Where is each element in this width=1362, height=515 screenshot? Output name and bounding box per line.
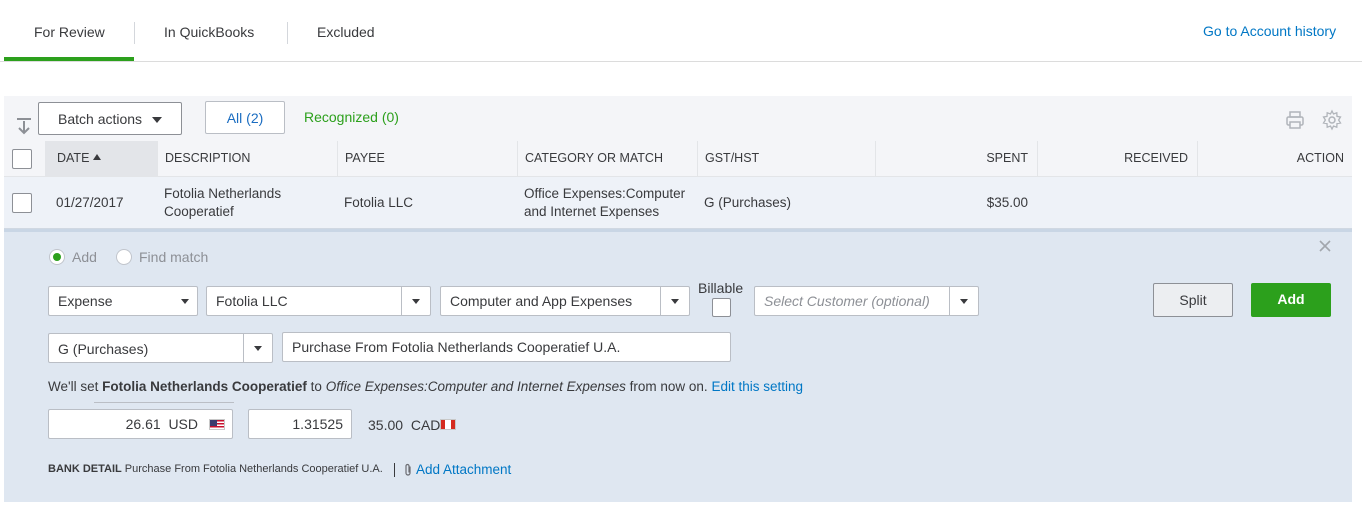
select-all-checkbox[interactable] <box>12 149 32 169</box>
tax-code-select[interactable]: G (Purchases) <box>48 333 273 363</box>
close-icon[interactable] <box>1317 238 1333 254</box>
category-dropdown-toggle[interactable] <box>660 287 689 315</box>
header-category[interactable]: CATEGORY OR MATCH <box>525 141 663 176</box>
cad-code: CAD <box>410 417 441 433</box>
sort-ascending-icon <box>93 154 101 160</box>
row-date: 01/27/2017 <box>56 195 124 210</box>
edit-rule-link[interactable]: Edit this setting <box>711 379 803 394</box>
tab-divider <box>134 22 135 44</box>
filter-recognized-button[interactable]: Recognized (0) <box>304 109 399 125</box>
chevron-down-icon <box>254 346 262 351</box>
transaction-detail-panel <box>4 229 1352 502</box>
find-match-radio[interactable] <box>116 249 132 265</box>
account-history-link[interactable]: Go to Account history <box>1203 23 1336 39</box>
rule-to: to <box>310 379 322 394</box>
rule-category: Office Expenses:Computer and Internet Ex… <box>325 379 626 394</box>
rule-message: We'll set Fotolia Netherlands Cooperatie… <box>48 379 803 394</box>
header-action: ACTION <box>1296 151 1344 165</box>
rule-suffix: from now on. <box>629 379 708 394</box>
us-flag-icon <box>209 419 225 430</box>
billable-checkbox[interactable] <box>712 298 731 317</box>
table-header: DATE DESCRIPTION PAYEE CATEGORY OR MATCH… <box>4 141 1352 177</box>
header-gst[interactable]: GST/HST <box>705 141 759 176</box>
split-button-label: Split <box>1179 292 1207 308</box>
row-gst: G (Purchases) <box>704 195 792 210</box>
batch-actions-button[interactable]: Batch actions <box>38 102 182 135</box>
header-date[interactable]: DATE <box>57 141 89 176</box>
billable-label: Billable <box>698 280 744 296</box>
header-received[interactable]: RECEIVED <box>1044 141 1188 176</box>
table-row[interactable]: 01/27/2017 Fotolia Netherlands Cooperati… <box>4 177 1352 229</box>
active-tab-indicator <box>4 57 134 61</box>
tax-code-value: G (Purchases) <box>58 341 149 357</box>
payee-dropdown-toggle[interactable] <box>401 287 430 315</box>
find-match-radio-label: Find match <box>139 249 209 265</box>
payee-select[interactable]: Fotolia LLC <box>206 286 431 316</box>
row-payee: Fotolia LLC <box>344 195 414 210</box>
payee-value: Fotolia LLC <box>216 293 288 309</box>
filter-all-button[interactable]: All (2) <box>205 101 285 134</box>
bank-detail-value: Purchase From Fotolia Netherlands Cooper… <box>124 463 383 475</box>
rule-prefix: We'll set <box>48 379 99 394</box>
rule-payee: Fotolia Netherlands Cooperatief <box>102 379 307 394</box>
batch-actions-label: Batch actions <box>58 111 143 127</box>
divider <box>394 463 395 477</box>
header-spent[interactable]: SPENT <box>884 141 1028 176</box>
foreign-amount-text: 26.61 USD <box>126 410 198 438</box>
tab-excluded[interactable]: Excluded <box>317 24 375 40</box>
cad-amount: 35.00 <box>368 417 404 433</box>
customer-select[interactable]: Select Customer (optional) <box>754 286 979 316</box>
exchange-rate-value: 1.31525 <box>292 416 343 432</box>
exchange-rate-input[interactable]: 1.31525 <box>248 409 352 439</box>
add-button[interactable]: Add <box>1251 283 1331 317</box>
category-select[interactable]: Computer and App Expenses <box>440 286 690 316</box>
currency-divider <box>94 402 234 403</box>
row-category-line1: Office Expenses:Computer <box>524 186 686 201</box>
tax-code-dropdown-toggle[interactable] <box>243 334 272 362</box>
printer-icon[interactable] <box>1284 109 1306 131</box>
tab-in-quickbooks[interactable]: In QuickBooks <box>164 24 254 40</box>
filter-all-label: All (2) <box>226 110 264 126</box>
tab-for-review[interactable]: For Review <box>34 24 105 40</box>
sort-arrow-icon[interactable] <box>14 116 34 136</box>
header-description[interactable]: DESCRIPTION <box>165 141 250 176</box>
paperclip-icon <box>402 463 414 477</box>
customer-dropdown-toggle[interactable] <box>949 287 978 315</box>
row-checkbox[interactable] <box>12 193 32 213</box>
transaction-type-select[interactable]: Expense <box>48 286 198 316</box>
tab-divider <box>287 22 288 44</box>
add-button-label: Add <box>1277 291 1305 307</box>
bank-detail: BANK DETAIL Purchase From Fotolia Nether… <box>48 463 383 475</box>
chevron-down-icon <box>181 299 189 304</box>
usd-code: USD <box>168 416 198 432</box>
row-description-line2: Cooperatief <box>164 204 234 219</box>
home-amount: 35.00 CAD <box>368 417 440 433</box>
memo-value: Purchase From Fotolia Netherlands Cooper… <box>292 339 621 355</box>
chevron-down-icon <box>412 299 420 304</box>
row-description-line1: Fotolia Netherlands <box>164 186 282 201</box>
bank-detail-label: BANK DETAIL <box>48 463 122 475</box>
split-button[interactable]: Split <box>1153 283 1233 317</box>
category-value: Computer and App Expenses <box>450 293 633 309</box>
chevron-down-icon <box>960 299 968 304</box>
canada-flag-icon <box>440 419 456 430</box>
add-radio-label: Add <box>72 249 97 265</box>
review-tabs: For Review In QuickBooks Excluded Go to … <box>0 0 1362 62</box>
usd-amount: 26.61 <box>125 416 161 432</box>
chevron-down-icon <box>152 117 162 123</box>
gear-icon[interactable] <box>1321 109 1343 131</box>
chevron-down-icon <box>671 299 679 304</box>
add-radio[interactable] <box>49 249 65 265</box>
customer-placeholder: Select Customer (optional) <box>764 293 930 309</box>
row-category-line2: and Internet Expenses <box>524 204 660 219</box>
memo-input[interactable]: Purchase From Fotolia Netherlands Cooper… <box>282 332 731 362</box>
add-attachment-link[interactable]: Add Attachment <box>416 462 511 477</box>
foreign-amount-input[interactable]: 26.61 USD <box>48 409 233 439</box>
header-payee[interactable]: PAYEE <box>345 141 385 176</box>
transaction-type-value: Expense <box>58 293 113 309</box>
row-spent: $35.00 <box>986 195 1028 210</box>
